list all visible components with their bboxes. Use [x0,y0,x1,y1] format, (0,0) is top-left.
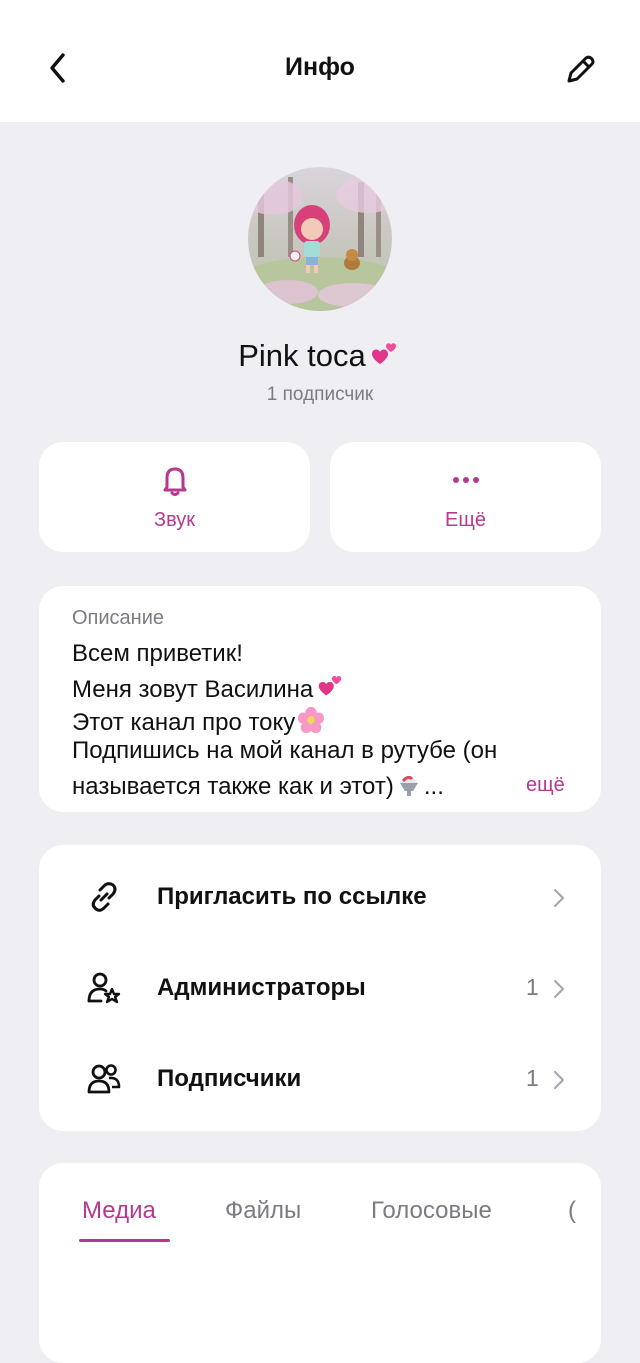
flower-icon [298,706,325,734]
more-dots-icon [452,476,479,483]
chevron-right-icon [553,979,565,999]
more-button[interactable]: Ещё [330,442,601,552]
chevron-right-icon [553,888,565,908]
shaved-ice-icon [399,775,418,796]
link-icon [91,882,117,912]
subscribers-count: 1 [526,1065,539,1091]
sound-label: Звук [153,508,195,531]
pencil-icon [567,55,595,83]
menu-item-subscribers[interactable]: Подписчики 1 [39,1034,601,1124]
top-bar: Инфо [0,0,640,122]
bell-icon [163,467,186,496]
description-heading: Описание [72,607,165,629]
menu-item-label: Подписчики [157,1065,302,1092]
menu-item-invite-link[interactable]: Пригласить по ссылке [39,852,601,942]
tab-files[interactable]: Файлы [225,1197,301,1225]
channel-name: Pink toca [0,338,640,374]
description-line: Меня зовут Василина [72,673,347,704]
chevron-right-icon [553,1070,565,1090]
admin-star-icon [87,972,121,1004]
tab-overflow-edge: ( [568,1197,576,1224]
channel-avatar[interactable] [248,167,392,311]
subscriber-count: 1 подписчик [266,384,374,405]
description-line: Всем приветик! [72,640,243,667]
two-hearts-icon [319,675,342,696]
menu-item-label: Пригласить по ссылке [157,883,427,910]
active-tab-indicator [79,1239,170,1242]
more-label: Ещё [445,508,486,531]
description-line: называется также как и этот) ... [72,769,444,801]
tab-voice[interactable]: Голосовые [371,1197,492,1225]
sound-button[interactable]: Звук [39,442,310,552]
people-icon [87,1064,121,1094]
description-more-link[interactable]: ещё [526,774,565,797]
two-hearts-icon [371,343,396,364]
menu-item-label: Администраторы [157,974,366,1001]
media-tabs-card [39,1163,601,1363]
page-title: Инфо [285,53,355,81]
tab-media[interactable]: Медиа [82,1197,156,1225]
admin-count: 1 [526,974,539,1000]
avatar-image [248,167,392,311]
edit-button[interactable] [560,50,600,90]
description-line: Подпишись на мой канал в рутубе (он [72,737,498,764]
menu-item-administrators[interactable]: Администраторы 1 [39,943,601,1033]
description-line: Этот канал про току [72,705,327,737]
